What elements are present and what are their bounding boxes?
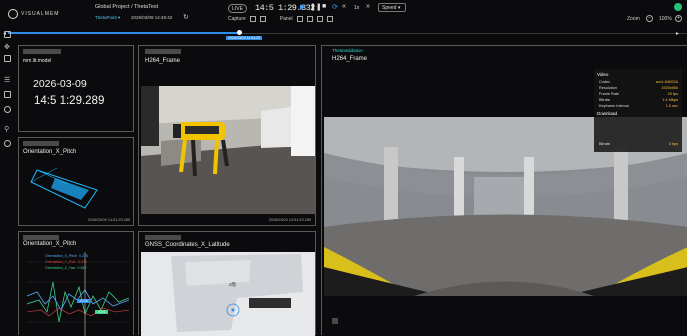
capture-label: Capture (228, 16, 246, 22)
refresh-icon[interactable]: ↻ (183, 13, 189, 21)
sidebar: ✥ ☰ ⚲ (0, 31, 14, 335)
redacted-block (23, 235, 59, 240)
capture-icon[interactable] (249, 16, 256, 22)
legend-item: Orientation_Z_Yaw 0.842 (45, 266, 87, 270)
loop-icon[interactable]: ⟳ (332, 3, 338, 11)
settings-icon[interactable] (4, 140, 11, 147)
info-value: 1.4 Mbps (662, 98, 678, 102)
orientation-chart-panel[interactable]: Orientation_X_Pitch Orientation_X_Pitch … (18, 231, 134, 336)
live-button[interactable]: LIVE (228, 4, 247, 13)
panel-delete-icon[interactable] (326, 16, 333, 22)
forward-icon[interactable]: » (366, 3, 370, 10)
info-value: 1.0 sec (665, 104, 678, 108)
play-icon[interactable]: ▶ (300, 3, 305, 11)
redacted-block (145, 235, 181, 240)
floor-map[interactable] (141, 252, 315, 336)
zoom-label: Zoom (627, 16, 640, 22)
panel-label: Panel (279, 16, 293, 22)
video-panel-robot[interactable]: H264_Frame 2026/03/09 14:51:29.289 (138, 45, 316, 226)
orientation-timestamp: 2026/03/09 14:51:29.289 (87, 218, 130, 222)
cloud-icon[interactable] (4, 106, 11, 113)
orientation-3d-model (30, 167, 98, 209)
project-title[interactable]: Global Project / ThetaTest (95, 4, 158, 10)
panel-title: H264_Frame (332, 56, 368, 62)
video-info-overlay: Video Codec avc1.64002A Resolution 1920x… (594, 69, 682, 152)
crop-icon[interactable] (259, 16, 266, 22)
map-floor-label: 2階 (229, 282, 237, 287)
stop-icon[interactable]: ■ (322, 3, 326, 10)
panel-title: Orientation_X_Pitch (23, 149, 77, 155)
gnss-map-panel[interactable]: GNSS_Coordinates_X_Latitude 2階 (138, 231, 316, 336)
speed-select[interactable]: Speed ▾ (378, 3, 406, 12)
redacted-block (145, 49, 181, 54)
timeline-progress (8, 32, 239, 34)
project-datetime: 2026/03/09 14:49:42 (131, 15, 173, 20)
redacted-block (332, 318, 338, 324)
info-key: Keyframe Interval (599, 104, 629, 108)
info-key: Frame Rate (599, 92, 620, 96)
timeline-time-label: 2026/03/09 14:51:29 (226, 36, 263, 40)
value-tag: -0.01 (95, 310, 108, 314)
info-value: 29 fps (667, 92, 678, 96)
panel-title: H264_Frame (145, 58, 181, 64)
orientation-line-chart (26, 252, 130, 336)
info-value: avc1.64002A (655, 80, 678, 84)
folder-icon[interactable] (4, 91, 11, 98)
zoom-out-icon[interactable]: − (646, 15, 653, 22)
logo: VISUALMEM (8, 7, 70, 21)
panel-title: Orientation_X_Pitch (23, 241, 77, 247)
panel-add-icon[interactable] (306, 16, 313, 22)
timeline-handle[interactable] (237, 30, 242, 35)
avatar[interactable] (674, 3, 682, 11)
panel-copy-icon[interactable] (316, 16, 323, 22)
move-icon[interactable]: ✥ (4, 43, 11, 51)
rewind-icon[interactable]: « (342, 3, 346, 10)
tool-row: Capture Panel (228, 16, 333, 22)
logo-text: VISUALMEM (21, 11, 60, 17)
list-icon[interactable]: ☰ (4, 76, 11, 84)
clock-date: 2026-03-09 (33, 78, 87, 90)
project-selector[interactable]: ThetaPoint ▾ (95, 15, 120, 21)
layers-icon[interactable] (4, 55, 11, 62)
dashboard-icon[interactable] (4, 31, 11, 38)
info-key: Bitrate (599, 98, 610, 102)
panel-title: GNSS_Coordinates_X_Latitude (145, 242, 230, 248)
robot-video-frame (141, 86, 315, 214)
model-label: mm.lit.model (23, 58, 52, 64)
orientation-3d-panel[interactable]: Orientation_X_Pitch 2026/03/09 14:51:29.… (18, 137, 134, 226)
link-icon[interactable]: ⚲ (4, 125, 11, 133)
pause-icon[interactable]: ❚❚ (310, 3, 322, 11)
rate-value: 1x (354, 5, 360, 11)
speed-label: Speed (382, 5, 397, 11)
timecode: 14:5 1:29.332 (255, 3, 315, 13)
value-tag: -0.03 (77, 299, 90, 303)
frame-timestamp: 2026/03/09 14:51:29.289 (268, 218, 311, 222)
legend-item: Orientation_X_Pitch 0.276 (45, 254, 88, 258)
redacted-block (23, 49, 61, 54)
info-key: Resolution (599, 86, 617, 90)
logo-icon (8, 9, 18, 19)
info-value: 1920x960 (661, 86, 678, 90)
redacted-block (23, 141, 59, 146)
legend-item: Orientation_Y_Roll -0.011 (45, 260, 88, 264)
info-value: 0 bps (668, 142, 678, 146)
panel-layout-icon[interactable] (296, 16, 303, 22)
timeline-end-icon[interactable]: ▸ (676, 30, 679, 37)
zoom-value: 100% (659, 16, 672, 22)
info-download-title: Download (597, 111, 618, 116)
info-title: Video (597, 72, 609, 77)
info-key: Codec (599, 80, 610, 84)
zoom-in-icon[interactable]: + (675, 15, 682, 22)
panel-tag: ThetaValidation (332, 48, 363, 53)
clock-time: 14:5 1:29.289 (34, 95, 105, 107)
info-key: Bitrate (599, 142, 610, 146)
